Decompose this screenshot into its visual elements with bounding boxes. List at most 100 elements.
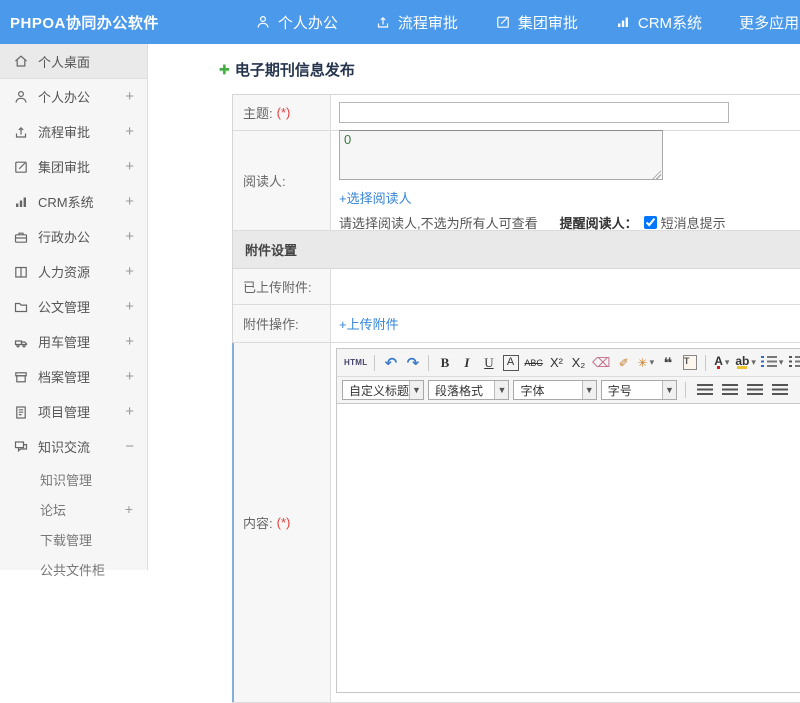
uploaded-attachments-value xyxy=(331,269,800,304)
sidebar-item-human-resources[interactable]: 人力资源+ xyxy=(0,254,147,289)
font-color-button[interactable]: A▾ xyxy=(711,352,732,374)
box-font-button[interactable]: A xyxy=(500,352,521,374)
align-center-button[interactable] xyxy=(719,379,740,401)
sidebar-item-knowledge-exchange[interactable]: 知识交流− xyxy=(0,429,147,464)
highlight-color-button[interactable]: ab▾ xyxy=(733,352,758,374)
sidebar: 个人桌面个人办公+流程审批+集团审批+CRM系统+行政办公+人力资源+公文管理+… xyxy=(0,44,148,570)
align-left-button[interactable] xyxy=(694,379,715,401)
undo-button[interactable]: ↶ xyxy=(380,352,401,374)
sidebar-subitem-public-file-cabinet[interactable]: 公共文件柜 xyxy=(0,554,147,584)
sidebar-item-document-management[interactable]: 公文管理+ xyxy=(0,289,147,324)
sms-remind-label: 短消息提示 xyxy=(661,213,726,232)
paste-text-icon: T xyxy=(683,355,697,370)
expander-icon[interactable]: + xyxy=(125,369,134,384)
sidebar-item-group-approval[interactable]: 集团审批+ xyxy=(0,149,147,184)
upload-attachment-link[interactable]: +上传附件 xyxy=(339,314,800,333)
nav-item-crm-system[interactable]: CRM系统 xyxy=(615,12,702,33)
subscript-icon: X₂ xyxy=(572,355,586,370)
paste-text-button[interactable]: T xyxy=(679,352,700,374)
sidebar-item-personal-office[interactable]: 个人办公+ xyxy=(0,79,147,114)
custom-title-select[interactable]: 自定义标题▼ xyxy=(342,380,424,400)
expander-icon[interactable]: − xyxy=(125,439,134,454)
dropdown-caret-icon: ▾ xyxy=(650,357,655,368)
html-source-button[interactable]: HTML xyxy=(342,352,369,374)
sidebar-item-crm-system[interactable]: CRM系统+ xyxy=(0,184,147,219)
font-color-icon: A xyxy=(714,354,723,371)
sidebar-item-admin-office[interactable]: 行政办公+ xyxy=(0,219,147,254)
chart-icon xyxy=(615,14,631,30)
sidebar-item-project-management[interactable]: 项目管理+ xyxy=(0,394,147,429)
sidebar-item-label: 公文管理 xyxy=(38,297,125,316)
expander-icon[interactable]: + xyxy=(125,229,134,244)
bold-button[interactable]: B xyxy=(434,352,455,374)
font-family-select[interactable]: 字体▼ xyxy=(513,380,596,400)
autoformat-button[interactable]: ✳▾ xyxy=(635,352,656,374)
sidebar-item-label: 档案管理 xyxy=(38,367,125,386)
align-justify-button[interactable] xyxy=(769,379,790,401)
sidebar-subitem-download-management[interactable]: 下载管理 xyxy=(0,524,147,554)
strikethrough-button[interactable]: ABC xyxy=(522,352,545,374)
autoformat-icon: ✳ xyxy=(638,356,648,370)
person-icon xyxy=(13,89,29,105)
editor-content-area[interactable] xyxy=(337,404,800,692)
select-value: 段落格式 xyxy=(429,382,494,399)
undo-icon: ↶ xyxy=(385,354,398,372)
sms-remind-checkbox[interactable] xyxy=(644,216,657,229)
italic-button[interactable]: I xyxy=(456,352,477,374)
subscript-button[interactable]: X₂ xyxy=(568,352,589,374)
expander-icon[interactable]: + xyxy=(125,299,134,314)
nav-item-label: 个人办公 xyxy=(278,12,338,33)
select-readers-link[interactable]: +选择阅读人 xyxy=(339,188,800,207)
align-right-button[interactable] xyxy=(744,379,765,401)
sidebar-item-workflow-approval[interactable]: 流程审批+ xyxy=(0,114,147,149)
nav-item-label: CRM系统 xyxy=(638,12,702,33)
toolbar-separator xyxy=(705,355,706,371)
edit-icon xyxy=(495,14,511,30)
top-header: PHPOA协同办公软件 个人办公 流程审批 集团审批 CRM系统 更多应用▾ xyxy=(0,0,800,44)
attachment-section-header: 附件设置 xyxy=(233,231,800,269)
eraser-icon: ⌫ xyxy=(592,355,610,371)
nav-item-workflow-approval[interactable]: 流程审批 xyxy=(375,12,458,33)
sidebar-item-personal-desktop[interactable]: 个人桌面 xyxy=(0,44,147,79)
page-title: 电子期刊信息发布 xyxy=(235,59,355,80)
nav-item-more-apps[interactable]: 更多应用▾ xyxy=(739,12,800,33)
nav-item-personal-office[interactable]: 个人办公 xyxy=(255,12,338,33)
car-icon xyxy=(13,334,29,350)
superscript-button[interactable]: X² xyxy=(546,352,567,374)
expander-icon[interactable]: + xyxy=(125,404,134,419)
expander-icon[interactable]: + xyxy=(125,264,134,279)
eraser-button[interactable]: ⌫ xyxy=(590,352,612,374)
expander-icon[interactable]: + xyxy=(125,159,134,174)
readers-textarea[interactable]: 0 xyxy=(339,130,663,180)
expander-icon[interactable]: + xyxy=(125,334,134,349)
expander-icon[interactable]: + xyxy=(125,124,134,139)
expander-icon[interactable]: + xyxy=(125,501,133,517)
underline-button[interactable]: U xyxy=(478,352,499,374)
expander-icon[interactable]: + xyxy=(125,89,134,104)
app-logo: PHPOA协同办公软件 xyxy=(0,12,159,33)
subject-input[interactable] xyxy=(339,102,729,123)
book-icon xyxy=(13,264,29,280)
nav-item-group-approval[interactable]: 集团审批 xyxy=(495,12,578,33)
attachment-action-label: 附件操作: xyxy=(233,305,331,342)
font-size-select[interactable]: 字号▼ xyxy=(601,380,677,400)
required-mark: (*) xyxy=(277,515,291,530)
ordered-list-button[interactable]: ▾ xyxy=(759,352,786,374)
sidebar-subitem-forum[interactable]: 论坛+ xyxy=(0,494,147,524)
sidebar-item-vehicle-management[interactable]: 用车管理+ xyxy=(0,324,147,359)
ordered-list-icon xyxy=(761,356,777,369)
content-row: 内容: (*) HTML↶↷BIUAABCX²X₂⌫✐✳▾❝TA▾ab▾▾ 自定… xyxy=(233,343,800,703)
dropdown-caret-icon: ▼ xyxy=(662,381,676,399)
blockquote-button[interactable]: ❝ xyxy=(657,352,678,374)
redo-button[interactable]: ↷ xyxy=(402,352,423,374)
sidebar-subitem-knowledge-management[interactable]: 知识管理 xyxy=(0,464,147,494)
html-source-icon: HTML xyxy=(344,358,367,367)
clean-brush-button[interactable]: ✐ xyxy=(613,352,634,374)
link-button[interactable]: ∞ xyxy=(794,379,800,401)
expander-icon[interactable]: + xyxy=(125,194,134,209)
dropdown-caret-icon: ▼ xyxy=(582,381,596,399)
paragraph-format-select[interactable]: 段落格式▼ xyxy=(428,380,509,400)
sidebar-item-archive-management[interactable]: 档案管理+ xyxy=(0,359,147,394)
unordered-list-button[interactable] xyxy=(786,352,800,374)
briefcase-icon xyxy=(13,229,29,245)
